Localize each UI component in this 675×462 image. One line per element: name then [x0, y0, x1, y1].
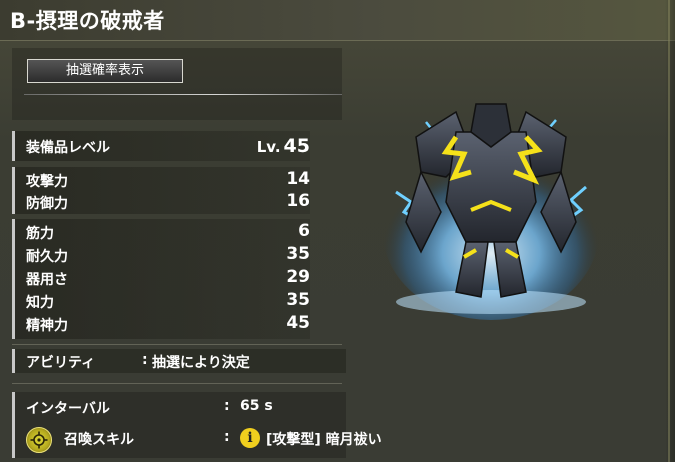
stat-value: 35 [286, 290, 310, 310]
summon-skill-label: 召喚スキル [64, 432, 134, 448]
summon-skill-colon: : [224, 429, 230, 445]
stat-value: 35 [286, 244, 310, 264]
crosshair-glyph [30, 431, 48, 449]
stat-label: 精神力 [26, 318, 68, 334]
level-label: 装備品レベル [26, 140, 110, 156]
ability-colon: : [142, 352, 148, 368]
level-prefix: Lv. [256, 138, 281, 156]
level-value: 45 [283, 135, 310, 157]
stat-value: 6 [298, 221, 310, 241]
torso [445, 131, 537, 243]
title-bar: B-摂理の破戒者 [0, 0, 675, 41]
crosshair-target-icon [26, 427, 52, 453]
stat-row-intelligence: 知力 35 [26, 290, 310, 312]
ability-label: アビリティ [26, 355, 96, 371]
base-glow [396, 290, 586, 314]
stat-row-dexterity: 器用さ 29 [26, 267, 310, 289]
interval-value: 65 s [240, 398, 273, 414]
level-group: 装備品レベル Lv. 45 [12, 131, 310, 161]
stat-value: 45 [286, 313, 310, 333]
stat-value: 16 [286, 191, 310, 211]
stat-row-attack: 攻撃力 14 [26, 169, 310, 191]
ability-row: アビリティ : 抽選により決定 [12, 349, 346, 373]
combat-group: 攻撃力 14 防御力 16 [12, 167, 310, 214]
stat-row-defense: 防御力 16 [26, 191, 310, 213]
edge-stripe [668, 0, 670, 462]
divider [12, 344, 342, 345]
monster-illustration [383, 103, 599, 320]
attribute-group: 筋力 6 耐久力 35 器用さ 29 知力 35 精神力 45 [12, 219, 310, 339]
stat-label: 筋力 [26, 226, 54, 242]
interval-label: インターバル [26, 401, 110, 417]
stat-label: 防御力 [26, 196, 68, 212]
level-group-bar [12, 131, 15, 161]
monster-portrait [376, 92, 606, 322]
level-row: 装備品レベル Lv. 45 [26, 135, 310, 157]
interval-colon: : [224, 398, 230, 414]
stat-row-strength: 筋力 6 [26, 221, 310, 243]
stat-label: 耐久力 [26, 249, 68, 265]
attribute-group-bar [12, 219, 15, 339]
top-panel-divider [24, 94, 342, 95]
page-title: B-摂理の破戒者 [10, 9, 165, 33]
stat-label: 器用さ [26, 272, 68, 288]
stat-row-endurance: 耐久力 35 [26, 244, 310, 266]
stat-row-spirit: 精神力 45 [26, 313, 310, 335]
stat-value: 29 [286, 267, 310, 287]
ability-bar [12, 349, 15, 373]
info-icon[interactable]: i [240, 428, 260, 448]
skill-panel-bar [12, 392, 15, 458]
stat-label: 知力 [26, 295, 54, 311]
summon-skill-value: [攻撃型] 暗月祓い [266, 432, 382, 448]
stat-label: 攻撃力 [26, 174, 68, 190]
right-edge-decoration [665, 0, 675, 462]
combat-group-bar [12, 167, 15, 214]
divider [12, 383, 342, 384]
level-value-wrap: Lv. 45 [257, 135, 310, 157]
stat-value: 14 [286, 169, 310, 189]
lottery-probability-button[interactable]: 抽選確率表示 [27, 59, 183, 83]
ability-value: 抽選により決定 [152, 355, 250, 371]
